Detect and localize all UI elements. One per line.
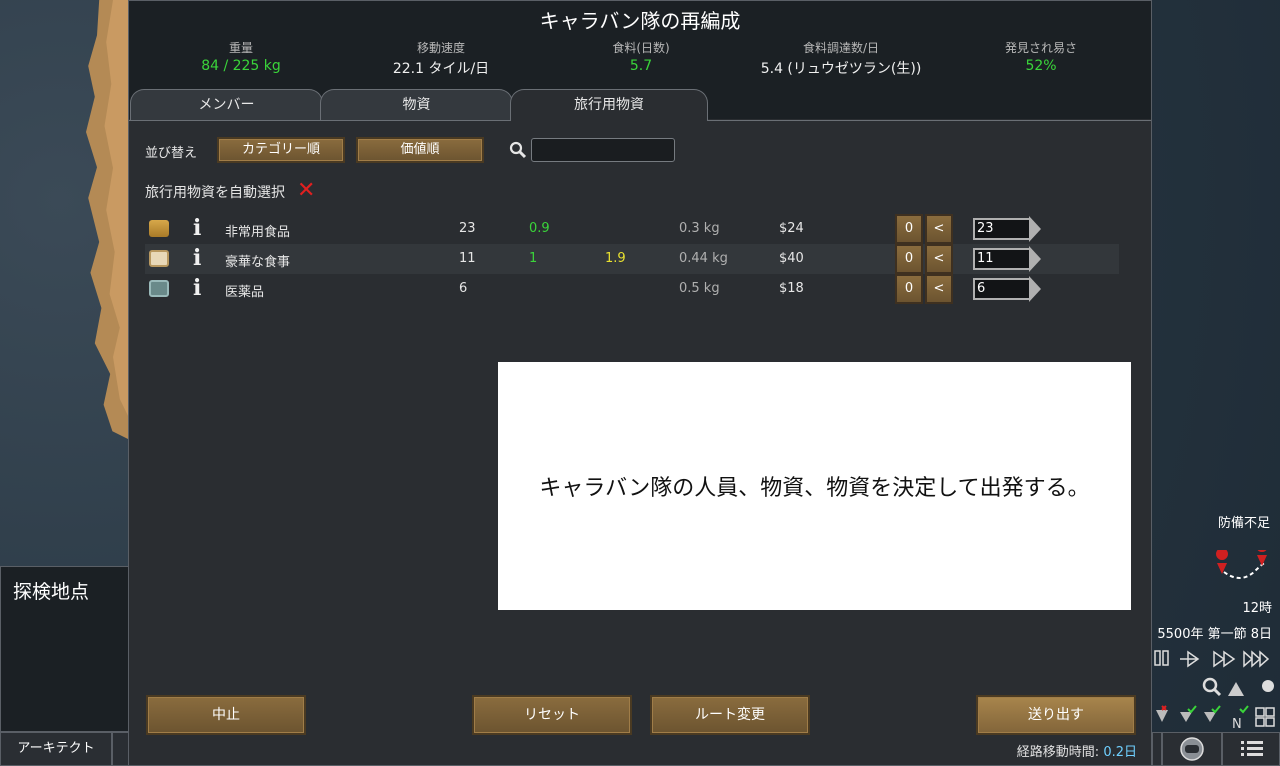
item-price: $40 [779, 251, 804, 266]
search-icon [509, 141, 527, 159]
menu-tab[interactable] [1222, 732, 1280, 766]
increase-arrow-icon[interactable] [1029, 216, 1041, 242]
list-item: i 豪華な食事 11 1 1.9 0.44 kg $40 0 < 11 [145, 244, 1119, 274]
caption-overlay: キャラバン隊の人員、物資、物資を決定して出発する。 [498, 362, 1131, 610]
set-zero-button[interactable]: 0 [895, 274, 923, 304]
item-price: $24 [779, 221, 804, 236]
bottom-tab-extra[interactable] [1152, 732, 1162, 766]
medicine-icon [149, 280, 169, 297]
pause-icon [1154, 650, 1161, 666]
explore-title: 探検地点 [13, 581, 90, 603]
auto-select-toggle-x-icon[interactable]: ✕ [297, 179, 315, 203]
stat-label: 移動速度 [416, 41, 465, 55]
info-icon[interactable]: i [193, 246, 201, 270]
terrain-icon [1228, 682, 1244, 696]
route-marker-icon [1216, 550, 1267, 579]
explore-panel: 探検地点 [0, 566, 129, 732]
travel-time-value: 0.2日 [1103, 745, 1137, 760]
architect-tab[interactable]: アーキテクト [0, 732, 112, 766]
stat-visibility: 発見され易さ 52% [941, 39, 1141, 74]
decrease-button[interactable]: < [925, 214, 953, 244]
list-item: i 医薬品 6 0.5 kg $18 0 < 6 [145, 274, 1119, 304]
auto-select-label: 旅行用物資を自動選択 [145, 185, 285, 201]
list-item: i 非常用食品 23 0.9 0.3 kg $24 0 < 23 [145, 214, 1119, 244]
item-count: 6 [459, 281, 468, 296]
stat-label: 発見され易さ [1004, 41, 1077, 55]
set-zero-button[interactable]: 0 [895, 244, 923, 274]
travel-time: 経路移動時間: 0.2日 [1017, 741, 1137, 760]
stat-value: 5.4 (リュウゼツラン(生)) [760, 61, 922, 77]
tab-members[interactable]: メンバー [130, 89, 323, 121]
travel-time-label: 経路移動時間: [1016, 745, 1100, 760]
stat-value: 84 / 225 kg [201, 58, 281, 74]
helmet-icon [1180, 737, 1204, 761]
item-nutrition: 1 [529, 251, 538, 266]
tab-travel-supplies[interactable]: 旅行用物資 [510, 89, 708, 121]
tab-items[interactable]: 物資 [320, 89, 513, 121]
item-name: 非常用食品 [225, 225, 291, 240]
cancel-button[interactable]: 中止 [146, 695, 306, 735]
quantity-field[interactable]: 6 [973, 278, 1029, 300]
increase-arrow-icon[interactable] [1029, 246, 1041, 272]
light-icon [1262, 680, 1274, 692]
stat-label: 重量 [228, 41, 253, 55]
info-icon[interactable]: i [193, 216, 201, 240]
info-icon[interactable]: i [193, 276, 201, 300]
caption-text: キャラバン隊の人員、物資、物資を決定して出発する。 [539, 476, 1090, 501]
item-name: 豪華な食事 [225, 255, 291, 270]
item-nutrition: 0.9 [529, 221, 550, 236]
stat-value: 5.7 [629, 58, 653, 74]
quantity-field[interactable]: 11 [973, 248, 1029, 270]
time-of-day: 12時 [1242, 601, 1272, 616]
menu-list-icon [1241, 741, 1263, 756]
fast-speed-icon [1213, 650, 1236, 668]
decrease-button[interactable]: < [925, 244, 953, 274]
defense-status: 防備不足 [1218, 516, 1271, 531]
stat-value: 52% [1025, 58, 1057, 74]
stat-mass: 重量 84 / 225 kg [141, 39, 341, 74]
item-mass: 0.44 kg [679, 251, 728, 266]
dialog-title: キャラバン隊の再編成 [539, 9, 741, 33]
decrease-button[interactable]: < [925, 274, 953, 304]
stat-label: 食料(日数) [612, 41, 670, 55]
reset-button[interactable]: リセット [472, 695, 632, 735]
superfast-speed-icon [1243, 650, 1270, 668]
bottom-tab-extra[interactable] [112, 732, 129, 766]
date-readout: 5500年 第一節 8日 [1157, 627, 1272, 642]
stat-label: 食料調達数/日 [802, 41, 880, 55]
overlay-toggles[interactable]: N [1152, 676, 1280, 732]
stat-foraging: 食料調達数/日 5.4 (リュウゼツラン(生)) [731, 39, 951, 78]
send-caravan-button[interactable]: 送り出す [976, 695, 1136, 735]
quantity-field[interactable]: 23 [973, 218, 1029, 240]
sort-category-button[interactable]: カテゴリー順 [217, 137, 345, 163]
sort-label: 並び替え [145, 146, 198, 161]
item-mass: 0.3 kg [679, 221, 720, 236]
set-zero-button[interactable]: 0 [895, 214, 923, 244]
world-tab[interactable] [1162, 732, 1222, 766]
item-days: 1.9 [605, 251, 626, 266]
svg-text:N: N [1232, 717, 1242, 732]
dialog-header: キャラバン隊の再編成 重量 84 / 225 kg 移動速度 22.1 タイル/… [129, 1, 1151, 121]
stat-speed: 移動速度 22.1 タイル/日 [341, 39, 541, 78]
stat-food-days: 食料(日数) 5.7 [541, 39, 741, 74]
search-input[interactable] [531, 138, 675, 162]
item-price: $18 [779, 281, 804, 296]
stat-value: 22.1 タイル/日 [392, 61, 490, 77]
increase-arrow-icon[interactable] [1029, 276, 1041, 302]
fine-meal-icon [149, 250, 169, 267]
item-name: 医薬品 [225, 285, 265, 300]
speed-controls[interactable] [1152, 648, 1280, 670]
normal-speed-icon [1180, 650, 1200, 668]
change-route-button[interactable]: ルート変更 [650, 695, 810, 735]
item-count: 11 [459, 251, 476, 266]
item-count: 23 [459, 221, 476, 236]
sort-value-button[interactable]: 価値順 [356, 137, 484, 163]
item-mass: 0.5 kg [679, 281, 720, 296]
packaged-survival-meal-icon [149, 220, 169, 237]
